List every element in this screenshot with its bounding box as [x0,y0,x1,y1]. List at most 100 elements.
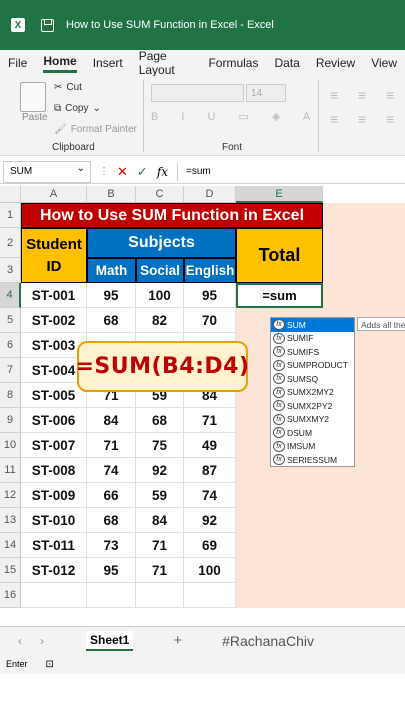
table-cell-math[interactable]: 95 [87,283,136,308]
menu-home[interactable]: Home [43,54,77,73]
save-icon[interactable] [41,18,54,32]
table-cell-english[interactable]: 92 [184,508,236,533]
font-name-select[interactable] [151,84,244,102]
table-cell-social[interactable]: 59 [136,483,184,508]
menu-data[interactable]: Data [274,56,299,70]
row-header[interactable]: 8 [0,383,21,408]
row-header[interactable]: 9 [0,408,21,433]
row-header[interactable]: 11 [0,458,21,483]
table-cell-id[interactable]: ST-008 [21,458,87,483]
autocomplete-item-seriessum[interactable]: fx SERIESSUM [271,453,354,467]
column-header-b[interactable]: B [87,186,136,203]
row-header[interactable]: 1 [0,203,21,228]
table-cell-social[interactable]: 71 [136,533,184,558]
format-painter-button[interactable]: 🖌 Format Painter [54,124,137,135]
table-cell-english[interactable]: 87 [184,458,236,483]
cell[interactable] [21,583,87,608]
select-all-corner[interactable] [0,186,21,203]
insert-function-button[interactable]: fx [157,165,168,179]
autocomplete-item-sumproduct[interactable]: fx SUMPRODUCT [271,359,354,373]
table-cell-social[interactable]: 71 [136,558,184,583]
name-box[interactable]: SUM [3,160,91,183]
table-cell-social[interactable]: 75 [136,433,184,458]
cancel-icon[interactable]: ✕ [117,164,128,180]
add-sheet-icon[interactable]: + [173,632,182,649]
table-cell-math[interactable]: 95 [87,558,136,583]
table-cell-english[interactable]: 100 [184,558,236,583]
table-cell-english[interactable]: 70 [184,308,236,333]
autocomplete-item-sum[interactable]: fx SUM [271,318,354,332]
menu-view[interactable]: View [371,56,397,70]
autocomplete-item-sumsq[interactable]: fx SUMSQ [271,372,354,386]
table-cell-english[interactable]: 71 [184,408,236,433]
menu-formulas[interactable]: Formulas [208,56,258,70]
table-cell-english[interactable]: 69 [184,533,236,558]
row-header[interactable]: 10 [0,433,21,458]
autocomplete-item-sumx2my2[interactable]: fx SUMX2MY2 [271,386,354,400]
column-header-e[interactable]: E [236,186,323,203]
autocomplete-item-sumx2py2[interactable]: fx SUMX2PY2 [271,399,354,413]
autocomplete-item-dsum[interactable]: fx DSUM [271,426,354,440]
table-cell-id[interactable]: ST-012 [21,558,87,583]
table-cell-id[interactable]: ST-006 [21,408,87,433]
table-cell-english[interactable]: 49 [184,433,236,458]
table-cell-social[interactable]: 92 [136,458,184,483]
table-cell-social[interactable]: 82 [136,308,184,333]
table-cell-math[interactable]: 73 [87,533,136,558]
table-cell-id[interactable]: ST-009 [21,483,87,508]
table-cell-social[interactable]: 100 [136,283,184,308]
table-cell-math[interactable]: 68 [87,308,136,333]
column-header-d[interactable]: D [184,186,236,203]
row-header[interactable]: 5 [0,308,21,333]
column-header-a[interactable]: A [21,186,87,203]
table-cell-id[interactable]: ST-001 [21,283,87,308]
cut-button[interactable]: ✂ Cut [54,82,82,93]
table-cell-math[interactable]: 74 [87,458,136,483]
table-cell-math[interactable]: 71 [87,433,136,458]
table-cell-english[interactable]: 74 [184,483,236,508]
paste-icon[interactable] [20,82,46,112]
autocomplete-item-sumxmy2[interactable]: fx SUMXMY2 [271,413,354,427]
menu-file[interactable]: File [8,56,27,70]
table-cell-id[interactable]: ST-010 [21,508,87,533]
table-cell-english[interactable]: 95 [184,283,236,308]
font-format-buttons[interactable]: B I U ▭ ◈ A [151,110,320,123]
row-header[interactable]: 2 [0,228,21,258]
formula-input[interactable]: =sum [186,166,211,177]
column-header-c[interactable]: C [136,186,184,203]
table-cell-id[interactable]: ST-007 [21,433,87,458]
cell[interactable] [136,583,184,608]
copy-button[interactable]: ⧉ Copy ⌄ [54,103,101,114]
row-header[interactable]: 13 [0,508,21,533]
row-header[interactable]: 15 [0,558,21,583]
tab-sheet1[interactable]: Sheet1 [86,630,134,651]
row-header[interactable]: 16 [0,583,21,608]
alignment-buttons[interactable]: ≡ ≡ ≡ ≡ ≡ ≡ [330,84,402,132]
font-size-select[interactable]: 14 [246,84,286,102]
menu-review[interactable]: Review [316,56,355,70]
autocomplete-item-sumifs[interactable]: fx SUMIFS [271,345,354,359]
cell[interactable] [87,583,136,608]
row-header[interactable]: 3 [0,258,21,283]
table-cell-id[interactable]: ST-005 [21,383,87,408]
table-cell-social[interactable]: 84 [136,508,184,533]
cell[interactable] [184,583,236,608]
row-header[interactable]: 6 [0,333,21,358]
row-header[interactable]: 7 [0,358,21,383]
row-header[interactable]: 4 [0,283,21,308]
autocomplete-item-sumif[interactable]: fx SUMIF [271,332,354,346]
row-header[interactable]: 12 [0,483,21,508]
table-cell-math[interactable]: 68 [87,508,136,533]
table-cell-id[interactable]: ST-002 [21,308,87,333]
table-cell-math[interactable]: 84 [87,408,136,433]
menu-page-layout[interactable]: Page Layout [139,49,193,77]
next-sheet-icon[interactable]: › [40,634,44,648]
table-cell-id[interactable]: ST-011 [21,533,87,558]
accessibility-icon[interactable]: ⊡ [46,659,54,670]
autocomplete-item-imsum[interactable]: fx IMSUM [271,440,354,454]
prev-sheet-icon[interactable]: ‹ [18,634,22,648]
menu-insert[interactable]: Insert [93,56,123,70]
row-header[interactable]: 14 [0,533,21,558]
table-cell-math[interactable]: 66 [87,483,136,508]
enter-icon[interactable]: ✓ [137,164,148,180]
